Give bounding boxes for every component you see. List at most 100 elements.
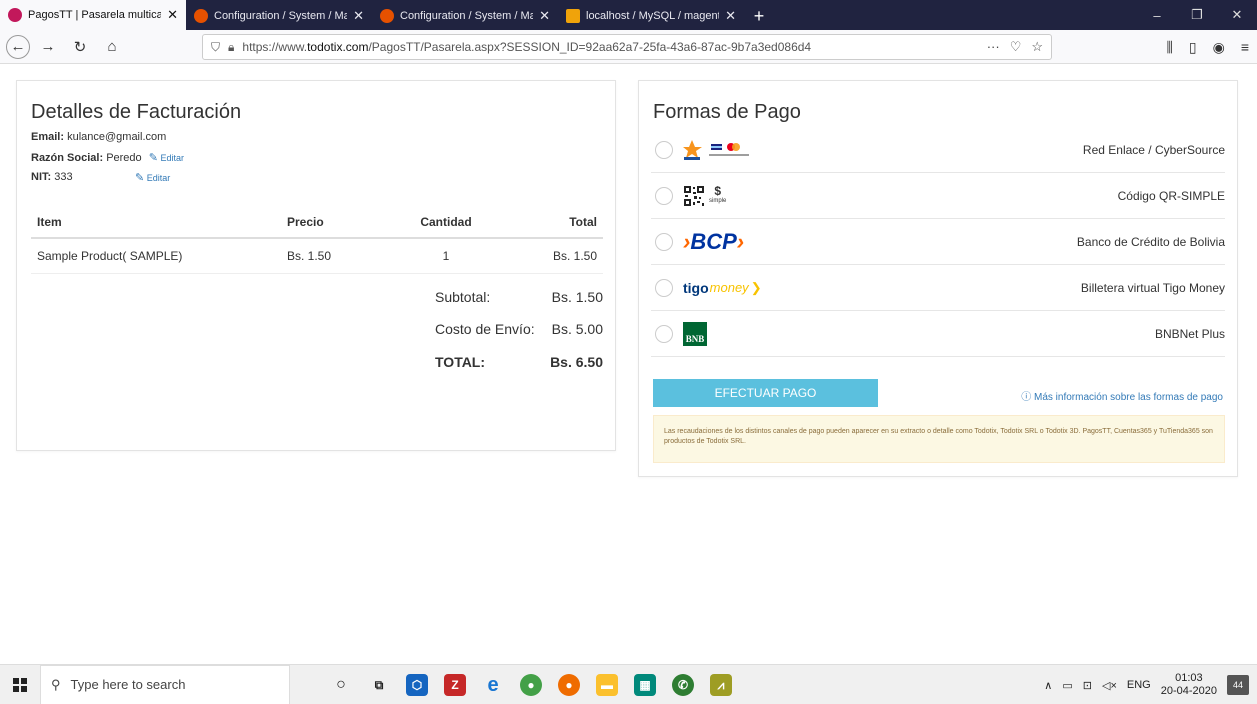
simple-brand-text: simple	[709, 197, 727, 204]
payment-method-label: Banco de Crédito de Bolivia	[1076, 234, 1225, 249]
row-precio: Bs. 1.50	[281, 238, 391, 274]
radio-button[interactable]	[655, 278, 673, 297]
browser-tab-bar: PagosTT | Pasarela multicanal d ✕ Config…	[0, 0, 1257, 30]
row-item: Sample Product( SAMPLE)	[31, 238, 281, 274]
menu-icon[interactable]: ≡	[1241, 39, 1249, 55]
items-table: Item Precio Cantidad Total Sample Produc…	[31, 207, 603, 274]
sidebar-icon[interactable]: ▯	[1189, 39, 1197, 56]
payment-method-bcp[interactable]: › BCP › Banco de Crédito de Bolivia	[651, 219, 1225, 265]
firefox-icon[interactable]: ●	[558, 674, 580, 696]
edit-razon-social-link[interactable]: ✎ Editar	[148, 152, 184, 164]
nit-value: 333	[54, 171, 73, 183]
edit-nit-link-wrap: ✎ Editar	[131, 171, 170, 184]
clock[interactable]: 01:03 20-04-2020	[1161, 672, 1217, 698]
battery-icon[interactable]: ▭	[1062, 679, 1072, 692]
language-indicator[interactable]: ENG	[1127, 679, 1151, 691]
notification-count: 44	[1232, 680, 1243, 690]
qr-simple-logo-icon: $ simple	[683, 183, 726, 209]
page-actions-icon[interactable]: ···	[987, 39, 1000, 55]
task-view-icon[interactable]: ⧉	[368, 674, 390, 696]
close-icon[interactable]: ✕	[353, 8, 364, 24]
radio-button[interactable]	[655, 140, 673, 159]
forward-arrow-icon[interactable]: →	[34, 33, 62, 61]
razon-social-label: Razón Social:	[31, 152, 104, 164]
close-icon[interactable]: ✕	[539, 8, 550, 24]
column-header-precio: Precio	[281, 207, 391, 239]
payment-method-label: Código QR-SIMPLE	[1117, 188, 1225, 203]
app-icon-blue[interactable]: ⬡	[406, 674, 428, 696]
browser-nav-bar: ← → ↻ ⌂ ⛉ 🔒︎ https://www. todotix.com/Pag…	[0, 30, 1257, 64]
razon-social-line: Razón Social: Peredo ✎ Editar	[31, 151, 184, 164]
browser-tab-phpmyadmin[interactable]: localhost / MySQL / magento1 ✕	[558, 2, 744, 30]
reload-icon[interactable]: ↻	[66, 33, 94, 61]
account-icon[interactable]: ◉	[1213, 39, 1225, 56]
network-icon[interactable]: ⊡	[1083, 679, 1092, 692]
restore-icon[interactable]: ❐	[1177, 0, 1217, 30]
pencil-icon: ✎	[135, 172, 145, 184]
whatsapp-icon[interactable]: ✆	[672, 674, 694, 696]
cortana-icon[interactable]: ○	[330, 674, 352, 696]
new-tab-plus-icon[interactable]: +	[744, 2, 774, 30]
info-circle-icon: ⓘ	[1021, 392, 1032, 403]
table-row: Sample Product( SAMPLE) Bs. 1.50 1 Bs. 1…	[31, 238, 603, 274]
lock-icon[interactable]: 🔒︎	[228, 40, 234, 55]
filezilla-icon[interactable]: Z	[444, 674, 466, 696]
payment-method-qr-simple[interactable]: $ simple Código QR-SIMPLE	[651, 173, 1225, 219]
payment-method-bnb[interactable]: BNB BNBNet Plus	[651, 311, 1225, 357]
url-prefix: https://www.	[242, 40, 308, 54]
home-icon[interactable]: ⌂	[98, 33, 126, 61]
notifications-icon[interactable]: 44	[1227, 675, 1249, 695]
volume-icon[interactable]: ◁×	[1102, 679, 1117, 692]
shield-icon[interactable]: ⛉	[211, 40, 220, 55]
radio-button[interactable]	[655, 324, 673, 343]
bnb-logo-icon: BNB	[683, 321, 707, 347]
money-brand-text: money	[709, 280, 749, 295]
tab-title: PagosTT | Pasarela multicanal d	[28, 9, 162, 21]
pencil-icon: ✎	[148, 152, 158, 164]
url-bar[interactable]: ⛉ 🔒︎ https://www. todotix.com/PagosTT/Pas…	[202, 34, 1052, 60]
minimize-icon[interactable]: –	[1137, 0, 1177, 30]
shipping-label: Costo de Envío:	[435, 321, 535, 337]
browser-tab-pagostt[interactable]: PagosTT | Pasarela multicanal d ✕	[0, 0, 186, 30]
more-info-link[interactable]: ⓘ Más información sobre las formas de pa…	[1021, 388, 1223, 403]
window-close-icon[interactable]: ✕	[1217, 0, 1257, 30]
chrome-icon[interactable]: ●	[520, 674, 542, 696]
windows-taskbar: ⚲ Type here to search ○ ⧉ ⬡ Z e ● ● ▬ ▦ …	[0, 664, 1257, 704]
payment-method-red-enlace[interactable]: Red Enlace / CyberSource	[651, 127, 1225, 173]
shipping-value: Bs. 5.00	[551, 321, 603, 337]
tab-title: Configuration / System / Mage	[214, 10, 348, 22]
app-icon-chart[interactable]: ⩘	[710, 674, 732, 696]
magento-favicon-icon	[380, 9, 394, 23]
browser-tab-config-1[interactable]: Configuration / System / Mage ✕	[186, 2, 372, 30]
windows-start-icon[interactable]	[0, 665, 40, 704]
edit-nit-link[interactable]: ✎ Editar	[135, 172, 171, 184]
payment-method-label: Red Enlace / CyberSource	[1082, 142, 1225, 157]
red-enlace-logo-icon	[683, 137, 753, 163]
app-icon-teal[interactable]: ▦	[634, 674, 656, 696]
subtotal-label: Subtotal:	[435, 289, 491, 305]
row-total: Bs. 1.50	[501, 238, 603, 274]
billing-title: Detalles de Facturación	[31, 101, 242, 123]
search-icon: ⚲	[51, 676, 61, 692]
radio-button[interactable]	[655, 186, 673, 205]
taskbar-search-box[interactable]: ⚲ Type here to search	[40, 664, 290, 704]
edge-icon[interactable]: e	[482, 674, 504, 696]
edit-label: Editar	[146, 173, 171, 183]
close-icon[interactable]: ✕	[167, 7, 178, 23]
system-tray: ∧ ▭ ⊡ ◁× ENG 01:03 20-04-2020 44	[1044, 665, 1249, 704]
file-explorer-icon[interactable]: ▬	[596, 674, 618, 696]
radio-button[interactable]	[655, 232, 673, 251]
payment-method-label: BNBNet Plus	[1154, 326, 1225, 341]
pay-button[interactable]: EFECTUAR PAGO	[653, 379, 878, 407]
back-arrow-icon[interactable]: ←	[6, 34, 30, 59]
chevron-up-icon[interactable]: ∧	[1044, 679, 1052, 692]
payment-method-tigo-money[interactable]: tigo money ❯ Billetera virtual Tigo Mone…	[651, 265, 1225, 311]
razon-social-value: Peredo	[106, 152, 142, 164]
pocket-icon[interactable]: ♡	[1010, 39, 1022, 55]
library-icon[interactable]: ⫼	[1166, 39, 1172, 56]
browser-tab-config-2[interactable]: Configuration / System / Mage ✕	[372, 2, 558, 30]
magento-favicon-icon	[194, 9, 208, 23]
bookmark-star-icon[interactable]: ☆	[1031, 39, 1043, 55]
url-path: /PagosTT/Pasarela.aspx?SESSION_ID=92aa62…	[368, 40, 812, 54]
close-icon[interactable]: ✕	[725, 8, 736, 24]
